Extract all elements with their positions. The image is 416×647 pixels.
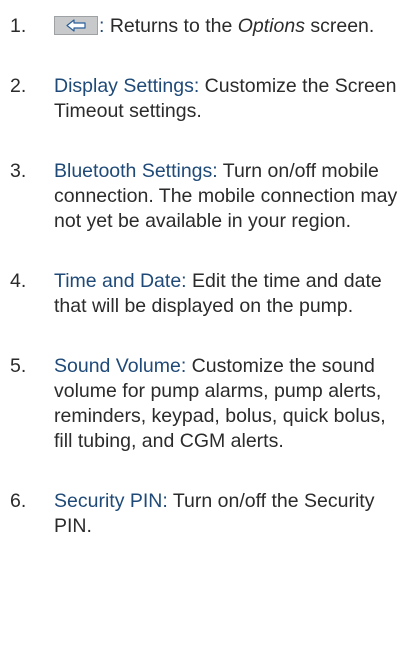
item-number: 5. xyxy=(10,355,27,377)
list-item: 5. Sound Volume: Customize the sound vol… xyxy=(10,354,406,454)
item-term: Sound Volume: xyxy=(54,355,187,377)
options-screen-name: Options xyxy=(237,15,305,37)
item-number: 2. xyxy=(10,75,27,97)
list-item: 6. Security PIN: Turn on/off the Securit… xyxy=(10,489,406,539)
item-body: Time and Date: Edit the time and date th… xyxy=(54,269,404,319)
item-term: Security PIN: xyxy=(54,490,168,512)
item-body: : Returns to the Options screen. xyxy=(54,14,404,39)
list-item: 1. : Returns to the Options screen. xyxy=(10,14,406,39)
item-number: 3. xyxy=(10,160,27,182)
item-body: Sound Volume: Customize the sound volume… xyxy=(54,354,404,454)
item-term: Bluetooth Settings: xyxy=(54,160,218,182)
item-text-after: screen. xyxy=(304,15,375,37)
back-arrow-icon xyxy=(54,16,98,35)
list-item: 3. Bluetooth Settings: Turn on/off mobil… xyxy=(10,159,406,234)
item-number: 4. xyxy=(10,270,27,292)
list-item: 4. Time and Date: Edit the time and date… xyxy=(10,269,406,319)
list-item: 2. Display Settings: Customize the Scree… xyxy=(10,74,406,124)
item-body: Security PIN: Turn on/off the Security P… xyxy=(54,489,404,539)
settings-list: 1. : Returns to the Options screen. 2. D… xyxy=(0,0,416,539)
item-number: 1. xyxy=(10,15,27,37)
item-body: Display Settings: Customize the Screen T… xyxy=(54,74,404,124)
item-term: Display Settings: xyxy=(54,75,200,97)
item-body: Bluetooth Settings: Turn on/off mobile c… xyxy=(54,159,404,234)
item-number: 6. xyxy=(10,490,27,512)
item-term: Time and Date: xyxy=(54,270,187,292)
item-text: Returns to the xyxy=(104,15,238,37)
